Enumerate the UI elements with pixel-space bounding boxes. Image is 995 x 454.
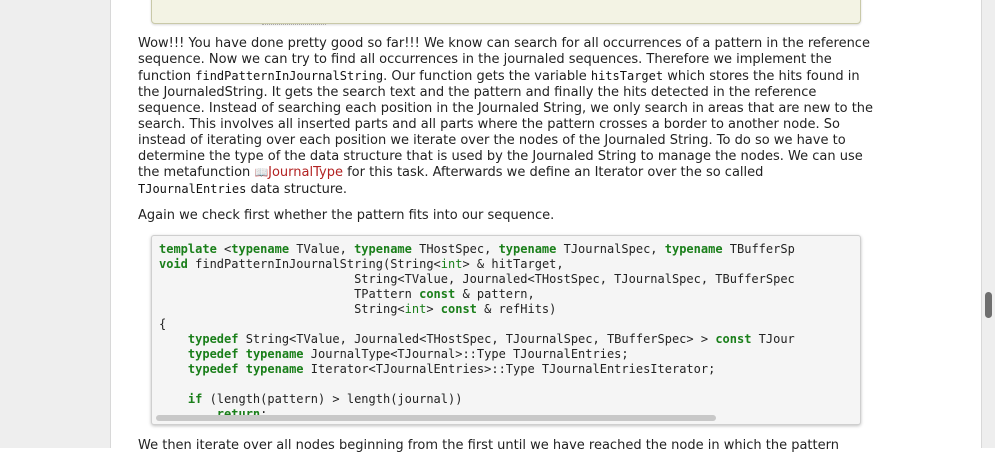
code-token: int bbox=[404, 302, 427, 316]
text: for this task. Afterwards we define an I… bbox=[342, 165, 764, 180]
code-token: const bbox=[440, 302, 477, 316]
code-token: Iterator<TJournalEntries>::Type TJournal… bbox=[303, 362, 716, 376]
code-token: < bbox=[216, 242, 232, 256]
code-token: findPatternInJournalString(String< bbox=[187, 257, 441, 271]
text: data structure. bbox=[246, 182, 348, 197]
code-token: TBufferSp bbox=[722, 242, 795, 256]
code-token: typename bbox=[245, 362, 304, 376]
code-token: const bbox=[419, 287, 456, 301]
code-token: typedef bbox=[187, 362, 239, 376]
text: which stores the hits found in the Journ… bbox=[138, 69, 874, 180]
code-token: int bbox=[440, 257, 463, 271]
code-token: typename bbox=[354, 242, 412, 256]
code-block[interactable]: template <typename TValue, typename THos… bbox=[151, 235, 861, 425]
paragraph-check-pattern: Again we check first whether the pattern… bbox=[138, 208, 555, 223]
scrollbar-track[interactable] bbox=[982, 0, 995, 448]
left-margin bbox=[0, 0, 111, 448]
code-token: typename bbox=[498, 242, 557, 256]
paragraph-journal-search: Wow!!! You have done pretty good so far!… bbox=[138, 36, 874, 198]
note-box bbox=[151, 0, 861, 25]
code-token: THostSpec, bbox=[411, 242, 499, 256]
code-token: String<TValue, Journaled<THostSpec, TJou… bbox=[159, 272, 795, 286]
code-token: typedef bbox=[187, 347, 239, 361]
code-token: if bbox=[187, 392, 203, 406]
code-token: TJournalSpec, bbox=[556, 242, 665, 256]
left-divider bbox=[110, 0, 111, 448]
code-horizontal-scrollbar[interactable] bbox=[156, 415, 716, 421]
code-token: template bbox=[159, 242, 217, 256]
code-token: & refHits) bbox=[476, 302, 557, 316]
code-token: String<TValue, Journaled<THostSpec, TJou… bbox=[238, 332, 716, 346]
scrollbar-thumb[interactable] bbox=[985, 292, 992, 318]
code-token: { bbox=[159, 317, 167, 331]
paragraph-iterate-nodes: We then iterate over all nodes beginning… bbox=[138, 438, 839, 453]
code-token: typename bbox=[664, 242, 723, 256]
code-token: > & hitTarget, bbox=[462, 257, 564, 271]
code-listing: template <typename TValue, typename THos… bbox=[159, 242, 795, 422]
code-token: void bbox=[159, 257, 188, 271]
inline-code-type: TJournalEntries bbox=[138, 182, 247, 196]
code-token: TJour bbox=[751, 332, 795, 346]
inline-code-variable: hitsTarget bbox=[590, 69, 664, 83]
code-token: (length(pattern) > length(journal)) bbox=[202, 392, 463, 406]
code-token: const bbox=[715, 332, 752, 346]
code-token: typedef bbox=[187, 332, 239, 346]
code-token: typename bbox=[245, 347, 304, 361]
code-token: String< bbox=[159, 302, 405, 316]
book-icon: 📖 bbox=[254, 166, 269, 179]
code-token: JournalType<TJournal>::Type TJournalEntr… bbox=[303, 347, 629, 361]
code-token: > bbox=[426, 302, 441, 316]
code-token: TValue, bbox=[289, 242, 355, 256]
journaltype-link[interactable]: JournalType bbox=[268, 165, 343, 180]
code-token: typename bbox=[231, 242, 290, 256]
text: . Our function gets the variable bbox=[383, 69, 591, 84]
inline-code-function: findPatternInJournalString bbox=[195, 69, 384, 83]
code-token: TPattern bbox=[159, 287, 420, 301]
note-dotted-line bbox=[262, 24, 326, 25]
code-token: & pattern, bbox=[455, 287, 535, 301]
